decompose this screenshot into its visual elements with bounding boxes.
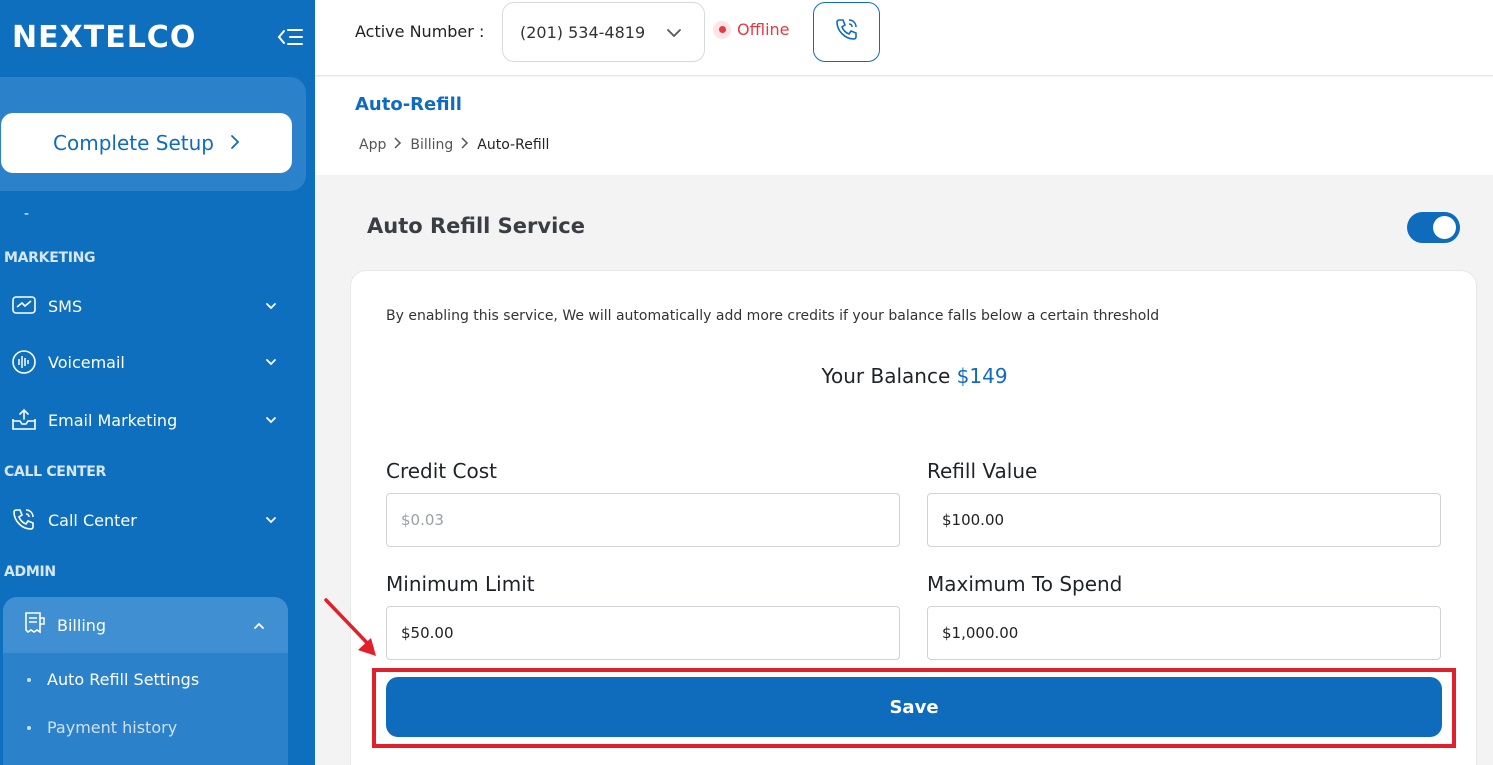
sidebar-subitem-auto-refill[interactable]: Auto Refill Settings — [27, 670, 199, 689]
sidebar-item-label: SMS — [48, 296, 83, 316]
active-number-value: (201) 534-4819 — [520, 22, 646, 42]
maximum-spend-field[interactable] — [927, 606, 1441, 660]
complete-setup-label: Complete Setup — [53, 131, 214, 155]
chevron-down-icon — [264, 354, 278, 368]
status-badge: Offline — [713, 20, 790, 39]
phone-call-icon — [834, 17, 860, 47]
sidebar-item-voicemail[interactable]: Voicemail — [10, 342, 290, 382]
balance-amount: $149 — [956, 364, 1008, 388]
minimum-limit-field[interactable] — [386, 606, 900, 660]
breadcrumb-billing[interactable]: Billing — [410, 137, 453, 153]
active-number-select[interactable]: (201) 534-4819 — [502, 2, 705, 62]
section-marketing: MARKETING — [4, 250, 96, 266]
status-text: Offline — [737, 20, 790, 39]
collapse-sidebar-icon[interactable] — [276, 26, 304, 48]
sidebar-item-label: Voicemail — [48, 352, 125, 372]
sidebar-item-call-center[interactable]: Call Center — [10, 500, 290, 540]
chevron-right-icon — [461, 137, 469, 153]
breadcrumb: App Billing Auto-Refill — [359, 137, 549, 153]
chevron-down-icon — [264, 512, 278, 526]
balance-display: Your Balance $149 — [351, 364, 1478, 388]
subitem-label: Payment history — [47, 718, 178, 737]
service-title: Auto Refill Service — [367, 214, 585, 238]
refill-value-label: Refill Value — [927, 459, 1038, 483]
breadcrumb-current: Auto-Refill — [477, 137, 550, 153]
balance-label: Your Balance — [821, 364, 951, 388]
sidebar-item-label: Billing — [57, 615, 107, 635]
active-number-label: Active Number : — [355, 22, 485, 41]
email-upload-icon — [10, 406, 38, 434]
toggle-knob — [1433, 216, 1456, 239]
sidebar-item-sms[interactable]: SMS — [10, 286, 290, 326]
subitem-label: Auto Refill Settings — [47, 670, 200, 689]
page-title: Auto-Refill — [355, 94, 462, 115]
chevron-down-icon — [264, 298, 278, 312]
credit-cost-label: Credit Cost — [386, 459, 497, 483]
bullet-icon — [27, 677, 31, 682]
auto-refill-card: By enabling this service, We will automa… — [350, 270, 1477, 765]
section-call-center: CALL CENTER — [4, 464, 106, 480]
maximum-spend-label: Maximum To Spend — [927, 572, 1123, 596]
breadcrumb-app[interactable]: App — [359, 137, 386, 153]
status-dot-icon — [713, 20, 731, 39]
refill-value-field[interactable] — [927, 493, 1441, 547]
minimum-limit-label: Minimum Limit — [386, 572, 535, 596]
sidebar-item-billing[interactable]: Billing — [3, 597, 288, 653]
section-admin: ADMIN — [4, 564, 56, 580]
sidebar-subitem-payment-history[interactable]: Payment history — [27, 718, 177, 737]
page-header: Auto-Refill App Billing Auto-Refill — [315, 77, 1493, 175]
chevron-down-icon — [264, 412, 278, 426]
call-button[interactable] — [813, 2, 880, 62]
credit-cost-field — [386, 493, 900, 547]
sidebar-dash: - — [24, 206, 30, 222]
top-bar: Active Number : (201) 534-4819 Offline — [315, 0, 1493, 76]
chevron-right-icon — [394, 137, 402, 153]
voicemail-icon — [10, 348, 38, 376]
chevron-right-icon — [230, 131, 240, 155]
complete-setup-button[interactable]: Complete Setup — [1, 113, 292, 173]
sidebar-item-email-marketing[interactable]: Email Marketing — [10, 400, 290, 440]
sidebar-item-label: Email Marketing — [48, 410, 178, 430]
phone-call-icon — [10, 506, 38, 534]
chevron-down-icon — [666, 25, 682, 41]
receipt-icon — [21, 610, 47, 640]
brand-logo[interactable]: NEXTELCO — [12, 20, 196, 55]
sidebar: NEXTELCO Complete Setup - MARKETING SMS … — [0, 0, 315, 765]
bullet-icon — [27, 725, 31, 730]
billing-group: Billing Auto Refill Settings Payment his… — [3, 597, 288, 765]
service-description: By enabling this service, We will automa… — [386, 308, 1160, 324]
setup-panel: Complete Setup — [0, 77, 306, 191]
auto-refill-toggle[interactable] — [1407, 212, 1460, 243]
chevron-up-icon — [252, 618, 266, 637]
sms-icon — [10, 292, 38, 320]
save-button[interactable]: Save — [386, 677, 1442, 737]
sidebar-item-label: Call Center — [48, 510, 137, 530]
